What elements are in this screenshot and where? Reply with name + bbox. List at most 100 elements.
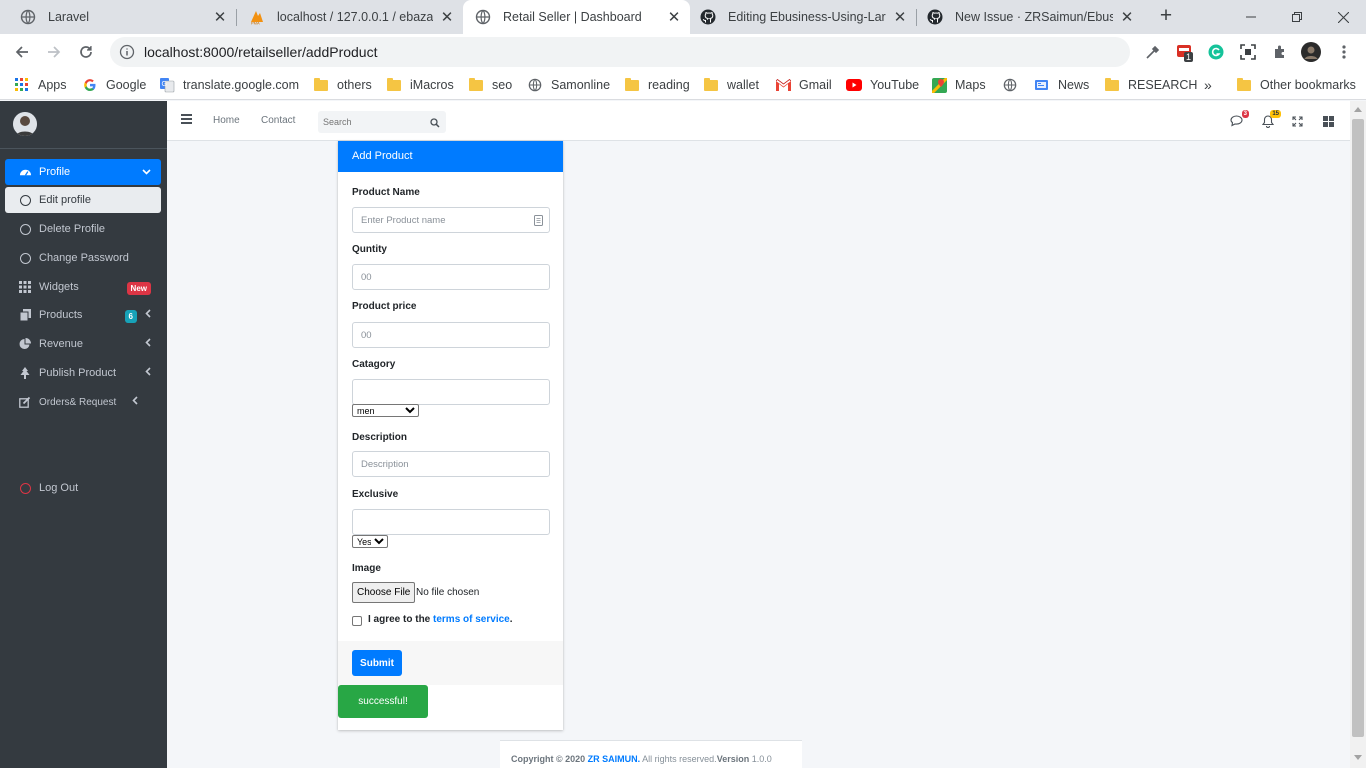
screenshot-extension[interactable] <box>1238 42 1258 62</box>
terms-checkbox[interactable] <box>352 616 362 626</box>
category-label: Catagory <box>352 359 396 370</box>
minimize-button[interactable] <box>1228 0 1274 34</box>
bookmark-google[interactable]: Google <box>82 75 146 95</box>
th-large-icon <box>1322 115 1334 127</box>
edit-icon <box>18 395 32 409</box>
bookmark-translate[interactable]: G translate.google.com <box>159 75 299 95</box>
sidebar-item-change-password[interactable]: Change Password <box>5 245 161 271</box>
tab-title: Retail Seller | Dashboard <box>503 10 642 24</box>
search-input[interactable] <box>318 111 418 133</box>
nav-home-link[interactable]: Home <box>213 115 240 126</box>
sidebar-item-revenue[interactable]: Revenue <box>5 331 161 357</box>
pie-chart-icon <box>18 337 32 351</box>
notifications-button[interactable]: 15 <box>1260 110 1281 129</box>
exclusive-select[interactable]: Yes <box>352 535 388 548</box>
description-input[interactable] <box>352 451 550 477</box>
chevron-left-icon <box>145 309 151 321</box>
category-input[interactable] <box>352 379 550 405</box>
bookmark-other-bookmarks[interactable]: Other bookmarks <box>1236 75 1356 95</box>
extensions-button[interactable] <box>1270 42 1290 62</box>
bookmark-label: Maps <box>955 78 986 92</box>
bookmark-globe[interactable] <box>1002 75 1026 95</box>
sidebar-item-edit-profile[interactable]: Edit profile <box>5 187 161 213</box>
avatar[interactable] <box>13 112 37 136</box>
choose-file-button[interactable]: Choose File <box>352 582 416 603</box>
price-input[interactable] <box>352 322 550 348</box>
scroll-up-arrow[interactable] <box>1354 107 1362 112</box>
profile-button[interactable] <box>1301 42 1321 62</box>
sidebar-item-products[interactable]: Products 6 <box>5 302 161 328</box>
owner-link[interactable]: ZR SAIMUN. <box>588 754 641 764</box>
exclusive-input[interactable] <box>352 509 550 535</box>
info-icon[interactable] <box>119 44 135 60</box>
globe-icon <box>527 77 543 93</box>
fullscreen-button[interactable] <box>1289 113 1305 129</box>
tab-phpmyadmin[interactable]: PMA localhost / 127.0.0.1 / ebazar / ✕ <box>237 0 463 34</box>
tab-github-issue[interactable]: New Issue · ZRSaimun/Ebusine ✕ <box>917 0 1143 34</box>
sidebar-item-delete-profile[interactable]: Delete Profile <box>5 216 161 242</box>
tab-close-icon[interactable]: ✕ <box>666 8 682 26</box>
bookmark-label: YouTube <box>870 78 920 92</box>
reload-button[interactable] <box>75 41 97 63</box>
bookmark-samonline[interactable]: Samonline <box>527 75 610 95</box>
chrome-menu-button[interactable] <box>1334 42 1354 62</box>
bookmark-apps[interactable]: Apps <box>14 75 67 95</box>
sidebar-item-label: Products <box>39 309 83 321</box>
messages-button[interactable]: 3 <box>1228 110 1249 129</box>
address-bar[interactable]: localhost:8000/retailseller/addProduct <box>110 37 1130 67</box>
page-scrollbar[interactable] <box>1350 101 1366 768</box>
bookmark-gmail[interactable]: Gmail <box>775 75 832 95</box>
nav-contact-link[interactable]: Contact <box>261 115 295 126</box>
grammarly-extension[interactable] <box>1206 42 1226 62</box>
control-sidebar-button[interactable] <box>1320 113 1336 129</box>
bookmarks-overflow[interactable]: » <box>1204 75 1212 95</box>
bookmark-wallet[interactable]: wallet <box>703 75 759 95</box>
chevron-left-icon <box>145 338 151 350</box>
tab-close-icon[interactable]: ✕ <box>1119 8 1135 26</box>
tab-close-icon[interactable]: ✕ <box>892 8 908 26</box>
quantity-input[interactable] <box>352 264 550 290</box>
new-tab-button[interactable]: + <box>1155 5 1177 28</box>
sidebar-item-logout[interactable]: Log Out <box>5 475 161 501</box>
chevron-down-icon <box>142 167 151 178</box>
more-vertical-icon <box>1342 45 1346 59</box>
close-window-button[interactable] <box>1320 0 1366 34</box>
gmail-icon <box>775 77 791 93</box>
tab-github-editing[interactable]: Editing Ebusiness-Using-Larave ✕ <box>690 0 916 34</box>
bookmark-imacros[interactable]: iMacros <box>386 75 454 95</box>
bookmark-research[interactable]: RESEARCH <box>1104 75 1197 95</box>
folder-icon <box>313 77 329 93</box>
restore-icon <box>1292 12 1302 22</box>
sidebar-item-publish-product[interactable]: Publish Product <box>5 360 161 386</box>
back-button[interactable] <box>11 41 33 63</box>
autofill-icon[interactable] <box>534 214 543 229</box>
menu-toggle-icon[interactable] <box>181 114 192 124</box>
bookmark-seo[interactable]: seo <box>468 75 512 95</box>
bookmark-youtube[interactable]: YouTube <box>846 75 919 95</box>
sidebar-item-profile[interactable]: Profile <box>5 159 161 185</box>
bookmarks-bar: Apps Google G translate.google.com other… <box>0 70 1366 100</box>
sidebar-item-label: Edit profile <box>39 194 91 206</box>
tab-laravel[interactable]: Laravel ✕ <box>0 0 236 34</box>
calendar-extension[interactable]: 1 <box>1175 42 1195 62</box>
eyedropper-extension[interactable] <box>1143 42 1163 62</box>
bookmark-others[interactable]: others <box>313 75 372 95</box>
bookmark-maps[interactable]: Maps <box>931 75 986 95</box>
terms-link[interactable]: terms of service <box>433 614 510 625</box>
tab-retail-seller[interactable]: Retail Seller | Dashboard ✕ <box>463 0 690 34</box>
tab-close-icon[interactable]: ✕ <box>212 8 228 26</box>
sidebar-item-widgets[interactable]: Widgets New <box>5 274 161 300</box>
scrollbar-thumb[interactable] <box>1352 119 1364 737</box>
scroll-down-arrow[interactable] <box>1354 755 1362 760</box>
forward-button[interactable] <box>43 41 65 63</box>
product-name-input[interactable] <box>352 207 550 233</box>
restore-button[interactable] <box>1274 0 1320 34</box>
bookmark-reading[interactable]: reading <box>624 75 690 95</box>
tab-close-icon[interactable]: ✕ <box>439 8 455 26</box>
bookmark-news[interactable]: News <box>1034 75 1089 95</box>
sidebar-item-orders[interactable]: Orders& Request <box>5 389 161 415</box>
category-select[interactable]: men <box>352 404 419 417</box>
tab-title: localhost / 127.0.0.1 / ebazar / <box>277 10 433 24</box>
submit-button[interactable]: Submit <box>352 650 402 676</box>
search-icon[interactable] <box>430 116 440 131</box>
